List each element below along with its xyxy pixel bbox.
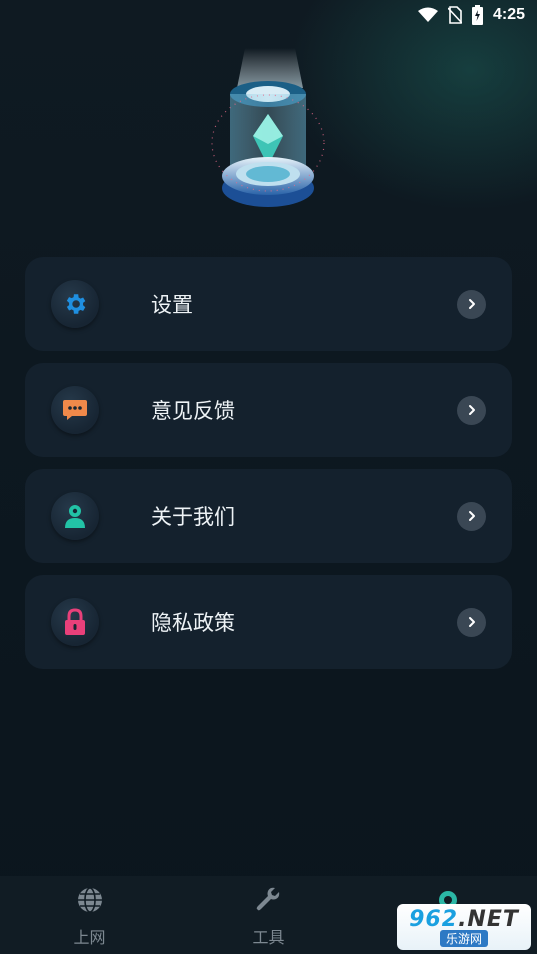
no-sim-icon xyxy=(447,6,462,24)
tab-label-tools: 工具 xyxy=(252,928,285,947)
status-time: 4:25 xyxy=(492,6,525,23)
menu-label-settings: 设置 xyxy=(151,293,193,317)
menu-item-settings[interactable]: 设置 xyxy=(25,257,512,351)
menu-item-feedback[interactable]: 意见反馈 xyxy=(25,363,512,457)
menu-label-about: 关于我们 xyxy=(151,505,235,529)
watermark-site-name: 乐游网 xyxy=(439,930,488,947)
chevron-right-icon xyxy=(457,395,486,425)
menu-item-privacy[interactable]: 隐私政策 xyxy=(25,575,512,669)
globe-icon xyxy=(76,886,104,918)
menu-label-privacy: 隐私政策 xyxy=(151,611,235,635)
person-icon xyxy=(51,492,99,540)
lock-icon xyxy=(51,598,99,646)
menu-item-about[interactable]: 关于我们 xyxy=(25,469,512,563)
status-bar: 4:25 xyxy=(0,0,537,30)
tab-internet[interactable]: 上网 xyxy=(30,886,150,948)
wrench-icon xyxy=(255,886,283,918)
battery-charging-icon xyxy=(471,5,483,25)
chat-bubble-icon xyxy=(51,386,99,434)
watermark-logo: 962.NET 乐游网 xyxy=(397,904,531,950)
watermark-suffix: .NET xyxy=(458,907,519,932)
chevron-right-icon xyxy=(457,289,486,319)
wifi-icon xyxy=(417,7,438,23)
vpn-hologram-illustration xyxy=(205,48,335,218)
gear-icon xyxy=(51,280,99,328)
watermark-number: 962 xyxy=(409,907,459,932)
tab-tools[interactable]: 工具 xyxy=(209,886,329,948)
chevron-right-icon xyxy=(457,607,486,637)
settings-menu: 设置 意见反馈 关于我们 隐私政策 xyxy=(25,257,512,681)
tab-label-internet: 上网 xyxy=(73,928,106,947)
chevron-right-icon xyxy=(457,501,486,531)
menu-label-feedback: 意见反馈 xyxy=(151,399,235,423)
